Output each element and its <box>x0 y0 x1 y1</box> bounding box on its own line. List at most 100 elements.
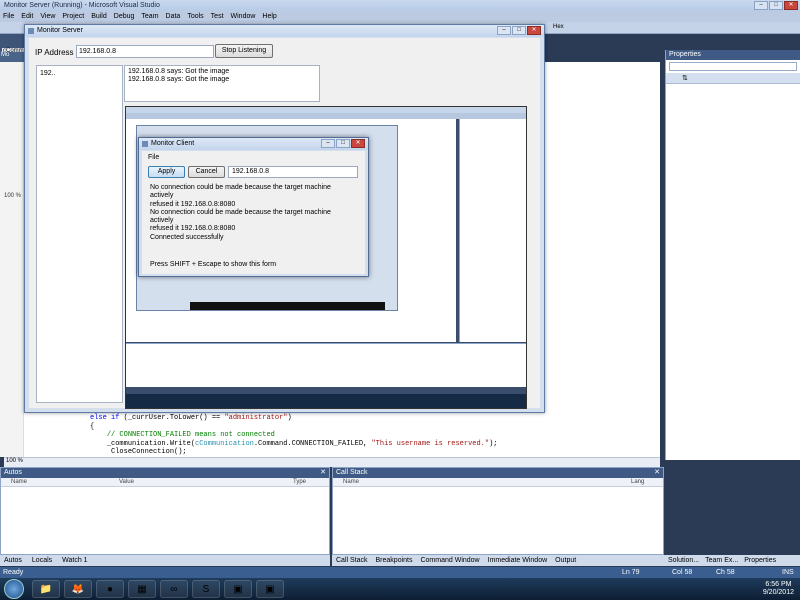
minimize-icon[interactable]: – <box>754 1 768 10</box>
bottom-tabs-props: Solution... Team Ex... Properties <box>664 555 800 566</box>
monitor-server-title-bar: Monitor Server – □ ✕ <box>25 25 544 37</box>
list-item[interactable]: 192.. <box>40 70 119 77</box>
menu-debug[interactable]: Debug <box>114 13 135 20</box>
log-line: refused it 192.168.0.8:8080 <box>150 225 236 233</box>
client-ip-input[interactable]: 192.168.0.8 <box>228 166 358 178</box>
apply-button[interactable]: Apply <box>148 166 185 178</box>
menu-view[interactable]: View <box>40 13 55 20</box>
monitor-client-title-bar: Monitor Client – □ ✕ <box>139 138 368 150</box>
tab-breakpoints[interactable]: Breakpoints <box>376 557 413 564</box>
close-icon[interactable]: ✕ <box>351 139 365 148</box>
code-line-4: _communication.Write(cCommunication.Comm… <box>106 439 498 448</box>
tab-autos[interactable]: Autos <box>4 557 22 564</box>
monitor-client-taskbar-icon[interactable]: ▣ <box>256 580 284 598</box>
start-button[interactable] <box>4 579 24 599</box>
log-line: Connected successfully <box>150 233 224 241</box>
maximize-icon[interactable]: □ <box>769 1 783 10</box>
hex-toggle[interactable]: Hex <box>553 24 564 30</box>
monitor-client-window: Monitor Client – □ ✕ File Apply Cancel 1… <box>138 137 369 277</box>
monitor-client-title: Monitor Client <box>151 140 195 147</box>
log-line: 192.168.0.8 says: Got the image <box>128 68 230 75</box>
taskbar: 📁 🦊 ● ▦ ∞ S ▣ ▣ 6:56 PM 9/20/2012 <box>0 578 800 600</box>
close-icon[interactable]: ✕ <box>654 468 663 478</box>
menu-build[interactable]: Build <box>91 13 107 20</box>
screenshot-properties <box>459 119 526 342</box>
clock-time: 6:56 PM <box>765 581 792 588</box>
tab-output[interactable]: Output <box>555 557 576 564</box>
code-gutter <box>0 62 24 457</box>
tab-command-window[interactable]: Command Window <box>420 557 479 564</box>
autos-col-name[interactable]: Name <box>1 478 119 486</box>
ip-address-label: IP Address <box>35 48 74 57</box>
maximize-icon[interactable]: □ <box>512 26 526 35</box>
properties-object-combo[interactable] <box>669 62 797 71</box>
close-icon[interactable]: ✕ <box>784 1 798 10</box>
doc-tab-mo[interactable]: Mo <box>0 52 24 62</box>
properties-toolbar[interactable]: ⇅ <box>666 73 800 84</box>
explorer-icon[interactable]: 📁 <box>32 580 60 598</box>
autos-panel: Autos ✕ Name Value Type <box>0 467 330 555</box>
autos-title: Autos <box>4 469 22 476</box>
ip-address-input[interactable]: 192.168.0.8 <box>76 45 214 58</box>
maximize-icon[interactable]: □ <box>336 139 350 148</box>
screenshot-bottom-panels <box>126 343 526 387</box>
client-list[interactable]: 192.. <box>36 65 123 403</box>
cancel-button[interactable]: Cancel <box>188 166 225 178</box>
chrome-icon[interactable]: ● <box>96 580 124 598</box>
minimize-icon[interactable]: – <box>497 26 511 35</box>
status-ch: Ch 58 <box>716 569 735 576</box>
menu-test[interactable]: Test <box>211 13 224 20</box>
taskbar-clock[interactable]: 6:56 PM 9/20/2012 <box>763 581 794 597</box>
call-stack-panel: Call Stack ✕ Name Lang <box>332 467 664 555</box>
log-line: No connection could be made because the … <box>150 208 331 225</box>
tab-team-explorer[interactable]: Team Ex... <box>705 557 738 564</box>
vs-title-bar: Monitor Server (Running) - Microsoft Vis… <box>0 0 800 11</box>
properties-title: Properties <box>666 50 800 60</box>
code-line-5: CloseConnection(); <box>111 448 187 456</box>
monitor-client-body: File Apply Cancel 192.168.0.8 No connect… <box>142 151 365 274</box>
tab-watch-1[interactable]: Watch 1 <box>62 557 87 564</box>
code-line-1: else if (_currUser.ToLower() == "adminis… <box>90 414 292 422</box>
properties-panel: Properties ⇅ <box>665 50 800 460</box>
skype-icon[interactable]: S <box>192 580 220 598</box>
autos-col-type[interactable]: Type <box>293 478 306 486</box>
app-icon <box>142 141 148 147</box>
status-ready: Ready <box>3 569 24 576</box>
close-icon[interactable]: ✕ <box>527 26 541 35</box>
media-icon[interactable]: ▦ <box>128 580 156 598</box>
monitor-server-taskbar-icon[interactable]: ▣ <box>224 580 252 598</box>
close-icon[interactable]: ✕ <box>320 468 329 478</box>
code-lines: else if (_currUser.ToLower() == "adminis… <box>90 414 498 457</box>
zoom-level-upper[interactable]: 100 % <box>4 193 21 199</box>
menu-tools[interactable]: Tools <box>187 13 203 20</box>
call-stack-col-lang[interactable]: Lang <box>631 478 644 486</box>
tab-solution[interactable]: Solution... <box>668 557 699 564</box>
server-log[interactable]: 192.168.0.8 says: Got the image 192.168.… <box>124 65 320 102</box>
zoom-level[interactable]: 100 % <box>4 457 660 467</box>
menu-file[interactable]: File <box>148 154 159 161</box>
menu-data[interactable]: Data <box>166 13 181 20</box>
tab-properties[interactable]: Properties <box>744 557 776 564</box>
menu-help[interactable]: Help <box>262 13 276 20</box>
firefox-icon[interactable]: 🦊 <box>64 580 92 598</box>
menu-file[interactable]: File <box>3 13 14 20</box>
screenshot-dark-strip <box>190 302 385 310</box>
minimize-icon[interactable]: – <box>321 139 335 148</box>
call-stack-col-name[interactable]: Name <box>333 478 631 486</box>
status-col: Col 58 <box>672 569 693 576</box>
vs-menu-bar: File Edit View Project Build Debug Team … <box>0 11 800 22</box>
tab-locals[interactable]: Locals <box>32 557 52 564</box>
tab-call-stack[interactable]: Call Stack <box>336 557 368 564</box>
autos-col-value[interactable]: Value <box>119 478 293 486</box>
status-bar: Ready Ln 79 Col 58 Ch 58 INS <box>0 567 800 578</box>
tab-immediate-window[interactable]: Immediate Window <box>488 557 548 564</box>
menu-edit[interactable]: Edit <box>21 13 33 20</box>
status-ins: INS <box>782 569 794 576</box>
visual-studio-icon[interactable]: ∞ <box>160 580 188 598</box>
menu-project[interactable]: Project <box>62 13 84 20</box>
log-line: refused it 192.168.0.8:8080 <box>150 200 236 208</box>
menu-window[interactable]: Window <box>231 13 256 20</box>
screenshot-taskbar <box>126 394 526 408</box>
stop-listening-button[interactable]: Stop Listening <box>215 44 273 58</box>
menu-team[interactable]: Team <box>141 13 158 20</box>
